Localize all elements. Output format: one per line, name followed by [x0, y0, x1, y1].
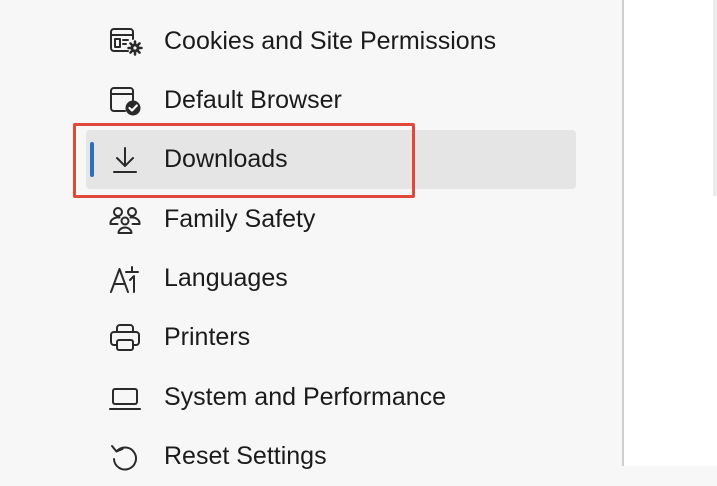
sidebar-item-cookies-and-site-permissions[interactable]: Cookies and Site Permissions	[86, 12, 576, 71]
sidebar-item-reset-settings[interactable]: Reset Settings	[86, 427, 576, 486]
sidebar-item-printers[interactable]: Printers	[86, 308, 576, 367]
sidebar-item-label: Default Browser	[164, 86, 342, 114]
sidebar-item-label: Languages	[164, 264, 288, 292]
laptop-icon	[108, 382, 144, 414]
printer-icon	[108, 322, 144, 354]
sidebar-item-label: Reset Settings	[164, 442, 327, 470]
languages-icon	[108, 263, 144, 295]
content-pane	[624, 0, 717, 466]
sidebar-item-label: Printers	[164, 323, 251, 351]
reset-icon	[108, 441, 144, 473]
sidebar-item-label: Family Safety	[164, 205, 316, 233]
sidebar-item-family-safety[interactable]: Family Safety	[86, 190, 576, 249]
scrollbar-track[interactable]	[713, 0, 717, 196]
sidebar-item-system-and-performance[interactable]: System and Performance	[86, 368, 576, 427]
sidebar-item-languages[interactable]: Languages	[86, 249, 576, 308]
sidebar-item-label: System and Performance	[164, 383, 447, 411]
downloads-highlight-outline	[73, 123, 415, 198]
default-browser-icon	[108, 85, 144, 117]
settings-sidebar: Cookies and Site Permissions Default Bro…	[0, 0, 622, 471]
family-icon	[108, 204, 144, 236]
sidebar-item-default-browser[interactable]: Default Browser	[86, 71, 576, 130]
sidebar-item-label: Cookies and Site Permissions	[164, 27, 497, 55]
cookies-icon	[108, 26, 144, 58]
